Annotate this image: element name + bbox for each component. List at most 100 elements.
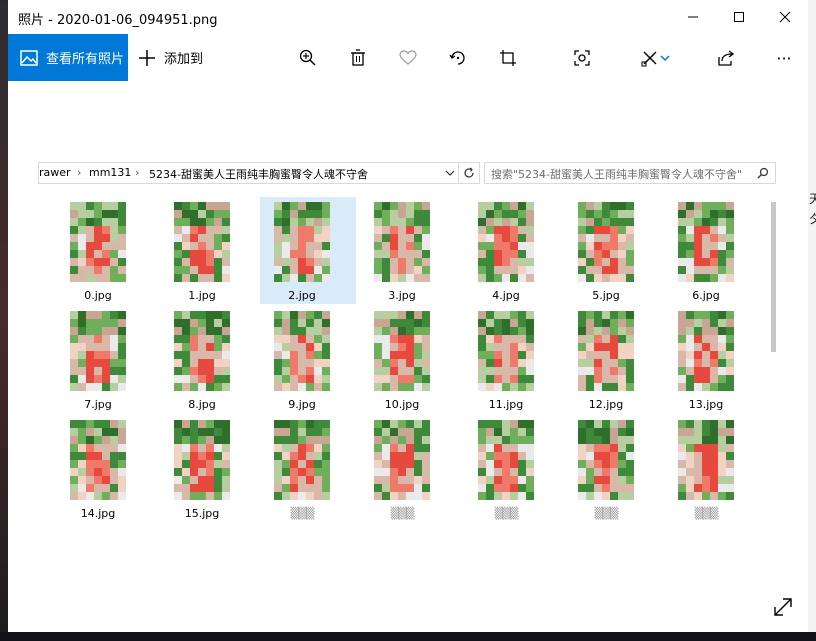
thumbnail-pixel — [626, 274, 634, 282]
thumbnail-pixel — [686, 210, 694, 218]
close-button[interactable] — [762, 0, 808, 34]
add-to-button[interactable]: 添加到 — [138, 34, 203, 81]
thumbnail-pixel — [182, 311, 190, 319]
thumbnail-pixel — [274, 258, 282, 266]
edit-dropdown-button[interactable] — [658, 44, 672, 72]
file-thumbnail[interactable] — [578, 202, 634, 282]
title-bar[interactable]: 照片 - 2020-01-06_094951.png — [8, 0, 808, 34]
file-thumbnail[interactable] — [578, 311, 634, 391]
file-thumbnail[interactable] — [174, 202, 230, 282]
thumbnail-pixel — [486, 343, 494, 351]
thumbnail-pixel — [618, 226, 626, 234]
thumbnail-pixel — [222, 335, 230, 343]
thumbnail-pixel — [94, 210, 102, 218]
thumbnail-pixel — [594, 436, 602, 444]
thumbnail-pixel — [274, 234, 282, 242]
thumbnail-pixel — [726, 258, 734, 266]
thumbnail-pixel — [110, 492, 118, 500]
thumbnail-pixel — [710, 327, 718, 335]
vertical-scrollbar[interactable] — [770, 190, 778, 520]
thumbnail-pixel — [322, 452, 330, 460]
file-thumbnail[interactable] — [678, 420, 734, 500]
thumbnail-pixel — [510, 444, 518, 452]
thumbnail-pixel — [86, 226, 94, 234]
thumbnail-pixel — [118, 319, 126, 327]
favorite-button[interactable] — [394, 44, 422, 72]
file-thumbnail[interactable] — [70, 202, 126, 282]
file-thumbnail[interactable] — [478, 311, 534, 391]
minimize-button[interactable] — [670, 0, 716, 34]
file-thumbnail[interactable] — [678, 311, 734, 391]
file-thumbnail[interactable] — [174, 420, 230, 500]
thumbnail-pixel — [290, 343, 298, 351]
scrollbar-thumb[interactable] — [771, 202, 776, 352]
maximize-button[interactable] — [716, 0, 762, 34]
thumbnail-pixel — [94, 452, 102, 460]
thumbnail-pixel — [78, 234, 86, 242]
thumbnail-pixel — [686, 484, 694, 492]
enhance-button[interactable] — [568, 44, 596, 72]
thumbnail-pixel — [610, 343, 618, 351]
file-thumbnail[interactable] — [274, 311, 330, 391]
file-thumbnail[interactable] — [274, 202, 330, 282]
thumbnail-pixel — [486, 452, 494, 460]
delete-button[interactable] — [344, 44, 372, 72]
thumbnail-pixel — [290, 234, 298, 242]
zoom-button[interactable] — [294, 44, 322, 72]
file-thumbnail[interactable] — [374, 311, 430, 391]
more-button[interactable]: ··· — [770, 44, 798, 72]
thumbnail-pixel — [502, 351, 510, 359]
thumbnail-pixel — [78, 351, 86, 359]
file-thumbnail[interactable] — [70, 420, 126, 500]
thumbnail-pixel — [118, 428, 126, 436]
thumbnail-pixel — [306, 359, 314, 367]
thumbnail-pixel — [478, 327, 486, 335]
thumbnail-pixel — [478, 242, 486, 250]
thumbnail-pixel — [174, 436, 182, 444]
thumbnail-pixel — [222, 351, 230, 359]
file-thumbnail[interactable] — [678, 202, 734, 282]
thumbnail-pixel — [118, 444, 126, 452]
thumbnail-pixel — [486, 218, 494, 226]
thumbnail-pixel — [718, 311, 726, 319]
thumbnail-pixel — [174, 428, 182, 436]
file-thumbnail[interactable] — [478, 420, 534, 500]
thumbnail-pixel — [298, 335, 306, 343]
thumbnail-pixel — [78, 319, 86, 327]
address-bar[interactable]: rawer › mm131 › 5234-甜蜜美人王雨纯丰胸蜜臀令人魂不守舍 — [38, 162, 480, 184]
thumbnail-pixel — [610, 484, 618, 492]
crop-button[interactable] — [494, 44, 522, 72]
thumbnail-pixel — [94, 343, 102, 351]
full-screen-icon[interactable] — [772, 596, 794, 618]
thumbnail-pixel — [94, 335, 102, 343]
file-thumbnail[interactable] — [374, 202, 430, 282]
share-button[interactable] — [712, 44, 740, 72]
thumbnail-pixel — [618, 250, 626, 258]
thumbnail-pixel — [174, 375, 182, 383]
see-all-photos-button[interactable]: 查看所有照片 — [8, 34, 128, 81]
thumbnail-pixel — [306, 444, 314, 452]
thumbnail-pixel — [526, 351, 534, 359]
file-thumbnail[interactable] — [174, 311, 230, 391]
thumbnail-pixel — [206, 436, 214, 444]
thumbnail-pixel — [414, 266, 422, 274]
thumbnail-pixel — [586, 420, 594, 428]
search-input[interactable]: 搜索"5234-甜蜜美人王雨纯丰胸蜜臀令人魂不守舍" — [484, 162, 776, 184]
file-thumbnail[interactable] — [274, 420, 330, 500]
thumbnail-pixel — [406, 202, 414, 210]
thumbnail-pixel — [618, 335, 626, 343]
file-thumbnail[interactable] — [578, 420, 634, 500]
share-icon — [718, 50, 735, 66]
thumbnail-pixel — [618, 476, 626, 484]
thumbnail-pixel — [710, 359, 718, 367]
thumbnail-pixel — [190, 234, 198, 242]
file-thumbnail[interactable] — [374, 420, 430, 500]
file-thumbnail[interactable] — [70, 311, 126, 391]
thumbnail-pixel — [422, 444, 430, 452]
file-thumbnail[interactable] — [478, 202, 534, 282]
thumbnail-pixel — [322, 250, 330, 258]
thumbnail-pixel — [702, 383, 710, 391]
thumbnail-pixel — [322, 436, 330, 444]
thumbnail-pixel — [678, 351, 686, 359]
rotate-button[interactable] — [444, 44, 472, 72]
